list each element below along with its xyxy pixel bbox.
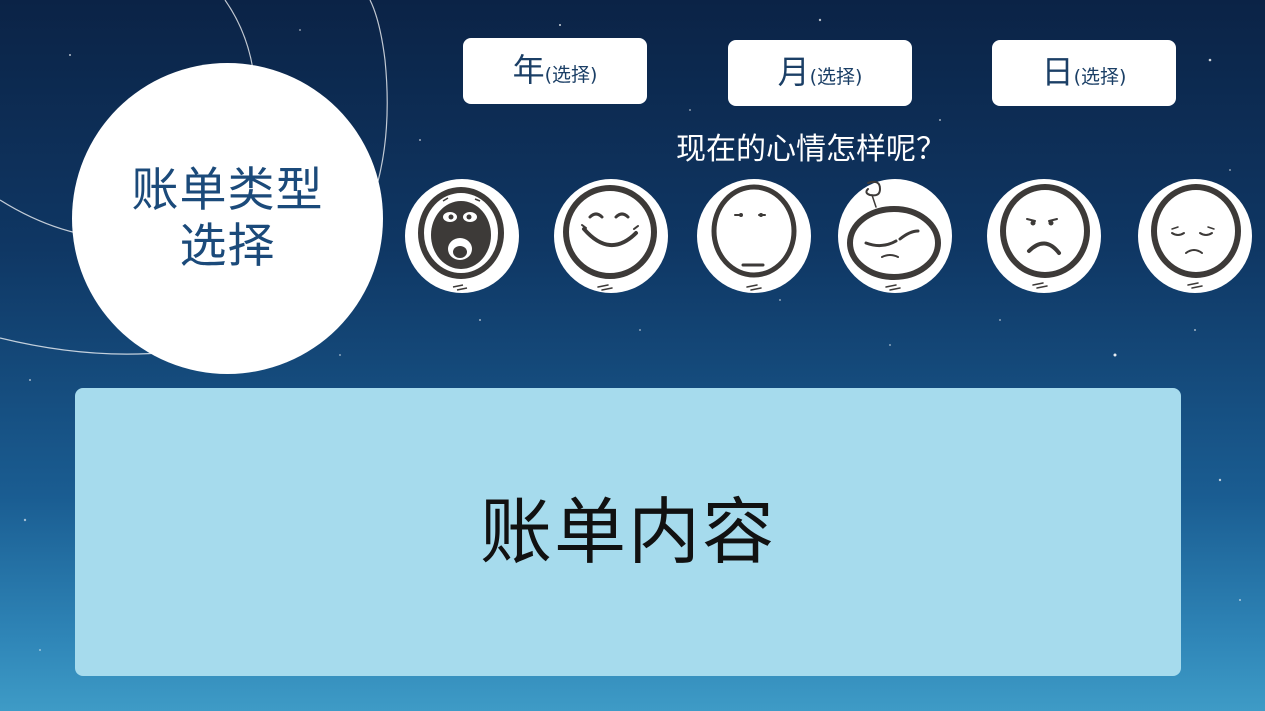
year-select-hint: (选择) xyxy=(544,64,598,86)
laughing-face-icon xyxy=(418,187,504,291)
sad-face-icon xyxy=(1151,184,1241,289)
bill-content-title: 账单内容 xyxy=(479,490,776,574)
month-select-hint: (选择) xyxy=(809,66,863,88)
mood-option-frowning[interactable] xyxy=(987,179,1101,293)
mood-question: 现在的心情怎样呢？ xyxy=(676,132,946,167)
mood-option-laughing[interactable] xyxy=(405,179,519,293)
mood-option-dizzy[interactable] xyxy=(838,179,952,293)
month-label: 月 xyxy=(777,53,810,91)
mood-option-sad[interactable] xyxy=(1138,179,1252,293)
mood-option-smiling[interactable] xyxy=(554,179,668,293)
frowning-face-icon xyxy=(1000,184,1090,289)
neutral-face-icon xyxy=(711,184,797,291)
bill-type-selector[interactable]: 账单类型选择 xyxy=(72,63,383,374)
mood-option-neutral[interactable] xyxy=(697,179,811,293)
bill-content-panel[interactable]: 账单内容 xyxy=(75,388,1181,676)
month-select-button[interactable]: 月 (选择) xyxy=(728,40,912,106)
bill-type-label: 账单类型选择 xyxy=(131,162,324,274)
smiling-face-icon xyxy=(563,185,657,291)
year-select-button[interactable]: 年 (选择) xyxy=(463,38,647,104)
day-select-hint: (选择) xyxy=(1073,66,1127,88)
year-label: 年 xyxy=(512,51,545,89)
day-select-button[interactable]: 日 (选择) xyxy=(992,40,1176,106)
day-label: 日 xyxy=(1041,53,1074,91)
dizzy-face-icon xyxy=(847,180,941,291)
